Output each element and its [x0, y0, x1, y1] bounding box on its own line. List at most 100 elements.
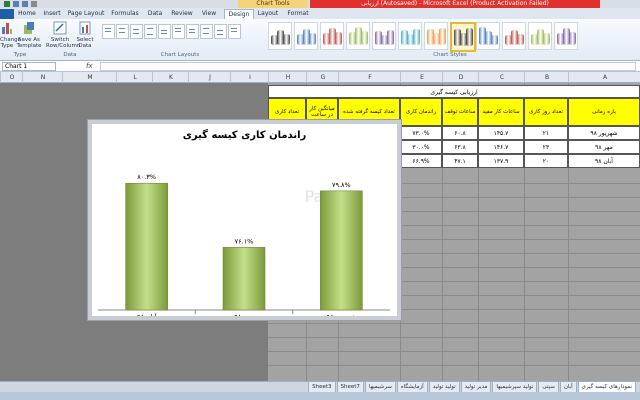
chart-title[interactable]: راندمان کاری کیسه گیری: [183, 128, 307, 141]
table-cell[interactable]: آبان ۹۸: [568, 154, 640, 168]
table-cell[interactable]: ۱۴۵.۷: [478, 126, 524, 140]
fx-button[interactable]: fx: [86, 62, 93, 70]
layout-thumb[interactable]: [102, 24, 115, 39]
table-cell[interactable]: شهریور ۹۸: [568, 126, 640, 140]
table-cell[interactable]: ۲۰: [524, 154, 568, 168]
column-header[interactable]: J: [188, 72, 231, 83]
table-header[interactable]: بازه زمانی: [568, 98, 640, 126]
data-label[interactable]: ۸۰.۳%: [137, 173, 156, 181]
chart-bar[interactable]: [222, 247, 266, 311]
chart-style-thumb[interactable]: [294, 22, 318, 50]
chart-bar[interactable]: [320, 190, 363, 311]
column-header[interactable]: H: [268, 72, 307, 83]
save-as-template-label: Save As Template: [16, 37, 42, 49]
tab-layout[interactable]: Layout: [254, 9, 282, 19]
tab-insert[interactable]: Insert: [40, 9, 64, 19]
chart-style-thumb[interactable]: [398, 22, 422, 50]
chart-style-thumb[interactable]: [320, 22, 344, 50]
column-header[interactable]: E: [400, 72, 443, 83]
data-label[interactable]: ۷۶.۱%: [235, 237, 254, 245]
table-header[interactable]: ساعات توقف: [442, 98, 478, 126]
quick-access-icons[interactable]: [2, 0, 62, 8]
column-header[interactable]: C: [478, 72, 525, 83]
table-cell[interactable]: ۶۰.۸: [442, 126, 478, 140]
layout-thumb[interactable]: [144, 24, 157, 39]
table-cell[interactable]: ۶۶.۹%: [400, 154, 442, 168]
formula-input[interactable]: [100, 62, 636, 71]
group-chart-styles-label: Chart Styles: [433, 52, 467, 58]
column-header[interactable]: M: [62, 72, 117, 83]
quick-access-toolbar[interactable]: [2, 0, 102, 8]
chart-style-thumb[interactable]: [424, 22, 448, 50]
column-header[interactable]: L: [116, 72, 153, 83]
chart-style-thumb[interactable]: [372, 22, 396, 50]
file-tab[interactable]: [0, 9, 14, 19]
table-title[interactable]: ارزیابی کیسه گیری: [268, 85, 640, 98]
chart-style-thumb[interactable]: [502, 22, 526, 50]
save-template-icon: [24, 22, 34, 34]
chart-bar[interactable]: [125, 182, 168, 311]
tab-view[interactable]: View: [198, 9, 220, 19]
layout-thumb[interactable]: [158, 24, 171, 39]
tab-page-layout[interactable]: Page Layout: [66, 9, 106, 19]
table-header[interactable]: تعداد روز کاری: [524, 98, 568, 126]
category-label[interactable]: شهریور ۹۸: [327, 313, 356, 321]
table-cell[interactable]: ۳۰.۰%: [400, 140, 442, 154]
layout-thumb[interactable]: [116, 24, 129, 39]
category-label[interactable]: آبان ۹۸: [137, 312, 158, 321]
group-data-label: Data: [63, 52, 77, 58]
layout-thumb[interactable]: [172, 24, 185, 39]
column-header[interactable]: A: [568, 72, 640, 83]
tab-format[interactable]: Format: [284, 9, 312, 19]
tab-home[interactable]: Home: [16, 9, 38, 19]
table-header[interactable]: ساعات کار مفید: [478, 98, 524, 126]
tab-formulas[interactable]: Formulas: [108, 9, 142, 19]
chart-style-thumb[interactable]: [268, 22, 292, 50]
table-cell[interactable]: ۱۳۷.۹: [478, 154, 524, 168]
table-cell[interactable]: ۲۱: [524, 126, 568, 140]
switch-row-column-button[interactable]: Switch Row/Column: [46, 21, 80, 49]
chart-style-thumb[interactable]: [346, 22, 370, 50]
table-cell[interactable]: ۷۳.۰%: [400, 126, 442, 140]
tab-data[interactable]: Data: [144, 9, 166, 19]
bar-chart[interactable]: راندمان کاری کیسه گیریPage۷۹.۸%شهریور ۹۸…: [92, 124, 397, 321]
chart-style-thumb[interactable]: [528, 22, 552, 50]
table-cell[interactable]: ۶۳.۸: [442, 140, 478, 154]
data-label[interactable]: ۷۹.۸%: [332, 181, 351, 189]
chart-style-thumb[interactable]: [476, 22, 500, 50]
chart-type-icon: [2, 23, 12, 34]
layout-thumb[interactable]: [186, 24, 199, 39]
chart-style-thumb[interactable]: [554, 22, 578, 50]
column-header[interactable]: K: [152, 72, 189, 83]
chart-object[interactable]: راندمان کاری کیسه گیریPage۷۹.۸%شهریور ۹۸…: [88, 120, 401, 321]
table-cell[interactable]: ۴۷.۱: [442, 154, 478, 168]
column-header[interactable]: O: [0, 72, 23, 83]
status-bar: [0, 392, 640, 400]
name-box[interactable]: Chart 1: [2, 62, 56, 71]
style-preview-bar: [335, 32, 342, 45]
style-preview-bar: [491, 35, 498, 45]
column-headers: O N M L K J I H G F E D C B A: [0, 72, 640, 83]
chart-style-thumb[interactable]: [450, 22, 476, 52]
layout-thumb[interactable]: [130, 24, 143, 39]
column-header[interactable]: B: [524, 72, 569, 83]
table-cell[interactable]: ۲۳: [524, 140, 568, 154]
column-header[interactable]: N: [22, 72, 63, 83]
table-cell[interactable]: ۱۴۶.۷: [478, 140, 524, 154]
table-cell[interactable]: مهر ۹۸: [568, 140, 640, 154]
table-header[interactable]: راندمان کاری: [400, 98, 442, 126]
layout-thumb[interactable]: [200, 24, 213, 39]
layout-thumb[interactable]: [228, 24, 241, 39]
column-header[interactable]: D: [442, 72, 479, 83]
column-header[interactable]: F: [338, 72, 401, 83]
column-header[interactable]: G: [306, 72, 339, 83]
layout-thumb[interactable]: [214, 24, 227, 39]
select-data-button[interactable]: Select Data: [76, 21, 94, 49]
column-header[interactable]: I: [230, 72, 269, 83]
category-label[interactable]: مهر ۹۸: [234, 313, 253, 321]
tab-review[interactable]: Review: [168, 9, 196, 19]
change-chart-type-button[interactable]: Change Type: [0, 21, 21, 49]
save-as-template-button[interactable]: Save As Template: [16, 21, 42, 49]
style-preview-bar: [387, 30, 394, 45]
formula-bar: Chart 1 fx: [0, 61, 640, 72]
